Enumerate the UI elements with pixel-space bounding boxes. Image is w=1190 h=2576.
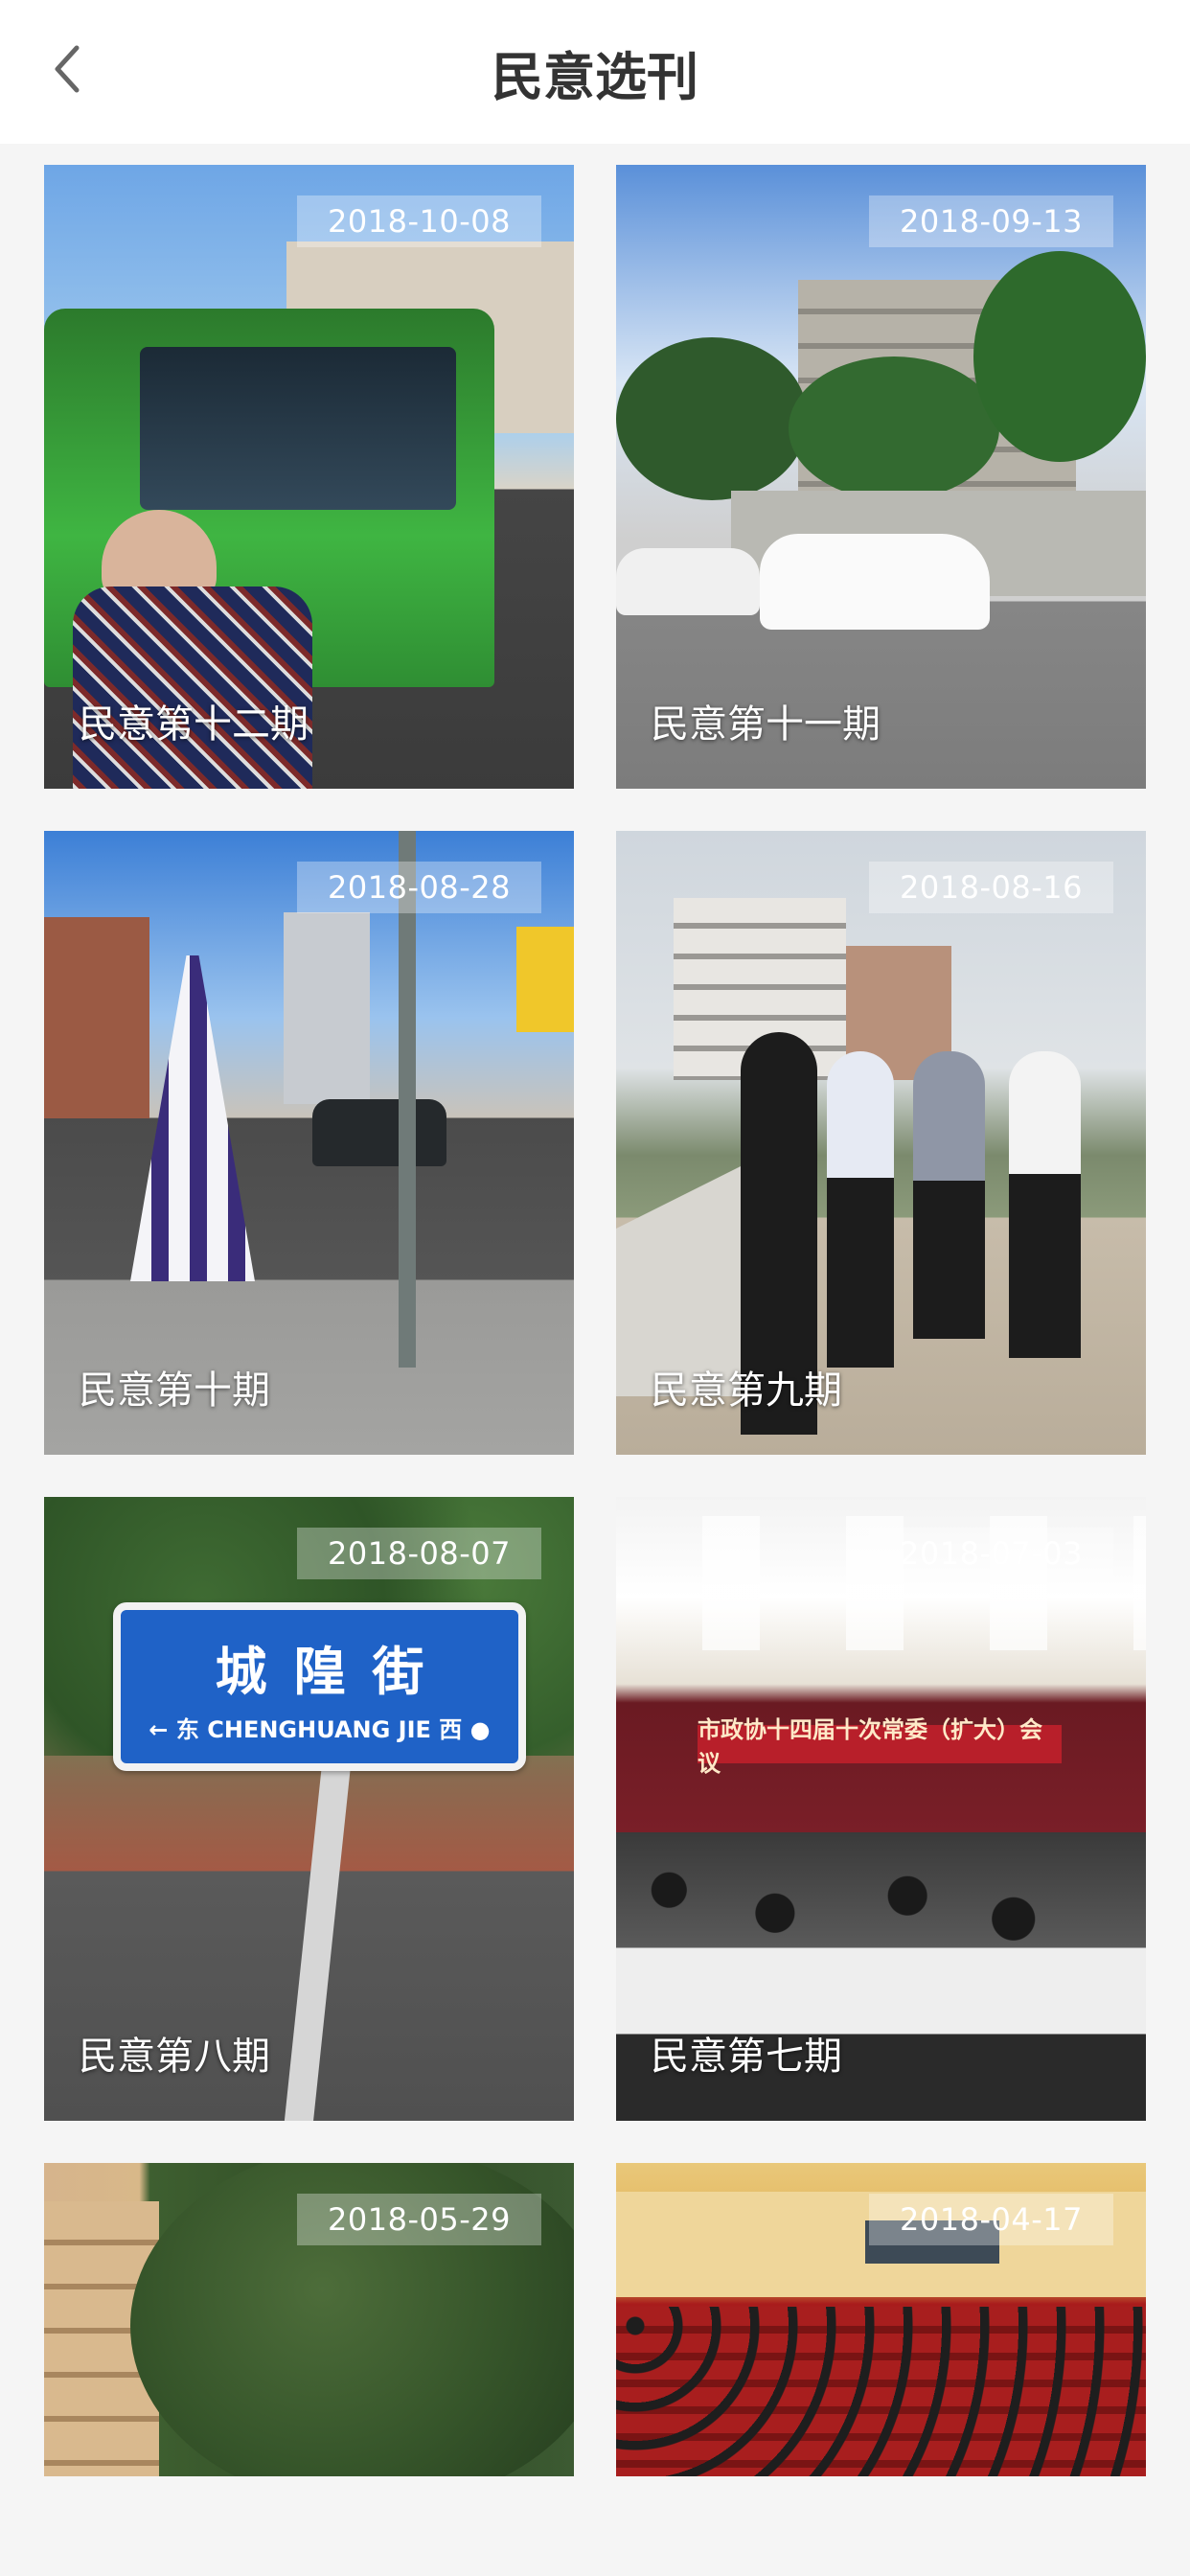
issue-date: 2018-09-13 — [869, 196, 1113, 247]
street-sign: 城隍街 ← 东 CHENGHUANG JIE 西 ● — [113, 1602, 526, 1771]
back-button[interactable] — [38, 34, 96, 107]
street-sign-chinese: 城隍街 — [215, 1642, 451, 1702]
issue-title: 民意第八期 — [79, 2035, 270, 2079]
issue-card[interactable]: 市政协十四届十次常委（扩大）会议 2018-07-03 民意第七期 — [616, 1497, 1146, 2121]
meeting-banner: 市政协十四届十次常委（扩大）会议 — [698, 1716, 1062, 1777]
issue-date: 2018-08-28 — [297, 862, 541, 913]
issue-date: 2018-05-29 — [297, 2194, 541, 2245]
issue-card[interactable]: 2018-05-29 — [44, 2163, 574, 2476]
issue-card[interactable]: 2018-09-13 民意第十一期 — [616, 165, 1146, 789]
issue-card[interactable]: 2018-04-17 — [616, 2163, 1146, 2476]
issue-title: 民意第十期 — [79, 1368, 270, 1413]
issue-title: 民意第十一期 — [651, 702, 881, 747]
issue-card[interactable]: 城隍街 ← 东 CHENGHUANG JIE 西 ● 2018-08-07 民意… — [44, 1497, 574, 2121]
issue-date: 2018-10-08 — [297, 196, 541, 247]
issue-date: 2018-04-17 — [869, 2194, 1113, 2245]
issue-title: 民意第七期 — [651, 2035, 842, 2079]
top-navigation-bar: 民意选刊 — [0, 0, 1190, 144]
chevron-left-icon — [52, 44, 82, 98]
issue-card[interactable]: 2018-08-28 民意第十期 — [44, 831, 574, 1455]
issue-grid: 2018-10-08 民意第十二期 2018-09-13 民意第十一期 2018… — [44, 165, 1146, 2476]
issue-card[interactable]: 2018-10-08 民意第十二期 — [44, 165, 574, 789]
issue-title: 民意第十二期 — [79, 702, 309, 747]
issue-date: 2018-08-16 — [869, 862, 1113, 913]
issue-title: 民意第九期 — [651, 1368, 842, 1413]
issue-date: 2018-08-07 — [297, 1528, 541, 1579]
issue-card[interactable]: 2018-08-16 民意第九期 — [616, 831, 1146, 1455]
page-title: 民意选刊 — [492, 46, 698, 107]
street-sign-romanized: ← 东 CHENGHUANG JIE 西 ● — [149, 1716, 491, 1743]
issue-date: 2018-07-03 — [869, 1528, 1113, 1579]
